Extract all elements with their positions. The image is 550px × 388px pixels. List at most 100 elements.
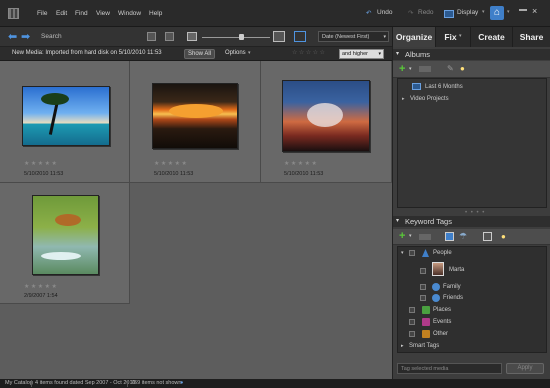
home-icon[interactable]: ⌂ <box>490 6 504 20</box>
lightbulb-icon[interactable]: ● <box>460 64 465 73</box>
media-cell[interactable]: ★★★★★ 5/10/2010 11:53 <box>261 61 392 183</box>
expand-triangle-icon[interactable]: ▾ <box>401 250 404 256</box>
photo-thumbnail[interactable] <box>152 83 238 149</box>
rating-stars[interactable]: ★★★★★ <box>154 160 188 167</box>
items-found-text: 4 items found dated Sep 2007 - Oct 2010 <box>35 380 136 386</box>
rating-stars[interactable]: ★★★★★ <box>24 283 58 290</box>
lightbulb-icon[interactable]: ● <box>501 232 506 241</box>
app-logo-icon[interactable] <box>8 8 19 19</box>
family-tag-icon <box>432 283 440 291</box>
keyword-toolbar: + ▾ ☂ ● <box>393 229 550 245</box>
options-chevron-icon[interactable]: ▾ <box>248 50 251 56</box>
small-thumbnail-icon[interactable] <box>187 32 197 41</box>
tag-events[interactable]: Events <box>433 319 451 325</box>
tag-places[interactable]: Places <box>433 307 451 313</box>
tag-smart-tags[interactable]: Smart Tags <box>409 343 439 349</box>
tab-share[interactable]: Share <box>512 27 550 47</box>
expand-triangle-icon[interactable]: ▸ <box>401 343 404 349</box>
undo-icon[interactable]: ↶ <box>366 9 371 17</box>
media-cell[interactable]: ★★★★★ 5/10/2010 11:53 <box>0 61 130 183</box>
apply-button[interactable]: Apply <box>506 363 544 374</box>
tag-other[interactable]: Other <box>433 331 448 337</box>
rotate-left-icon[interactable] <box>147 32 156 41</box>
forward-arrow-icon[interactable]: ➡ <box>21 30 30 43</box>
album-last-6-months[interactable]: Last 6 Months <box>425 84 463 90</box>
display-button[interactable]: Display <box>457 9 478 16</box>
zoom-slider-thumb[interactable] <box>239 34 244 40</box>
expand-triangle-icon[interactable]: ▸ <box>402 96 405 102</box>
menu-find[interactable]: Find <box>75 10 88 17</box>
show-all-button[interactable]: Show All <box>184 49 215 59</box>
fix-chevron-icon[interactable]: ▾ <box>459 33 462 39</box>
media-cell[interactable]: ★★★★★ 5/10/2010 11:53 <box>130 61 261 183</box>
minimize-icon[interactable] <box>519 9 527 11</box>
large-thumbnail-icon[interactable] <box>273 31 285 42</box>
display-chevron-icon[interactable]: ▾ <box>482 9 485 15</box>
find-faces-icon[interactable]: ☂ <box>459 231 467 242</box>
albums-toolbar: + ▾ ✎ ● <box>393 61 550 78</box>
keyword-tags-header[interactable]: ▾ Keyword Tags <box>393 216 550 227</box>
sort-dropdown[interactable]: Date (Newest First) ▾ <box>318 31 389 42</box>
search-label[interactable]: Search <box>41 33 62 40</box>
tag-friends[interactable]: Friends <box>443 295 463 301</box>
rating-filter-dropdown[interactable]: and higher ▾ <box>339 49 384 59</box>
photo-thumbnail[interactable] <box>22 86 110 146</box>
events-tag-icon <box>422 318 430 326</box>
info-icon[interactable]: ● <box>180 379 183 388</box>
rating-stars[interactable]: ★★★★★ <box>284 160 318 167</box>
menu-help[interactable]: Help <box>149 10 162 17</box>
friends-checkbox[interactable] <box>420 295 426 301</box>
add-tag-icon[interactable]: + <box>399 230 405 242</box>
tag-icon-editor-icon[interactable] <box>445 232 454 241</box>
photo-thumbnail[interactable] <box>32 195 99 275</box>
places-checkbox[interactable] <box>409 307 415 313</box>
rating-stars[interactable]: ★★★★★ <box>24 160 58 167</box>
delete-tag-icon[interactable] <box>419 234 431 240</box>
photo-tag-icon[interactable] <box>483 232 492 241</box>
zoom-slider-track[interactable] <box>202 37 270 38</box>
collapse-triangle-icon[interactable]: ▾ <box>396 49 399 60</box>
add-chevron-icon[interactable]: ▾ <box>409 233 412 239</box>
tag-selected-media-input[interactable]: Tag selected media <box>397 363 502 374</box>
marta-checkbox[interactable] <box>420 268 426 274</box>
events-checkbox[interactable] <box>409 319 415 325</box>
tag-family[interactable]: Family <box>443 284 461 290</box>
redo-button[interactable]: Redo <box>418 9 434 16</box>
redo-icon[interactable]: ↷ <box>408 9 413 17</box>
catalog-name[interactable]: My Catalog <box>5 379 33 388</box>
menu-file[interactable]: File <box>37 10 47 17</box>
other-checkbox[interactable] <box>409 331 415 337</box>
toolbar: ⬅ ➡ Search Date (Newest First) ▾ <box>0 27 392 47</box>
full-screen-icon[interactable] <box>294 31 306 42</box>
album-video-projects[interactable]: Video Projects <box>410 96 449 102</box>
smart-album-icon <box>412 83 421 90</box>
menu-window[interactable]: Window <box>118 10 141 17</box>
albums-header[interactable]: ▾ Albums <box>393 49 550 60</box>
add-chevron-icon[interactable]: ▾ <box>409 66 412 72</box>
options-button[interactable]: Options <box>225 50 246 56</box>
tab-create[interactable]: Create <box>470 27 512 47</box>
edit-album-icon[interactable]: ✎ <box>447 64 454 73</box>
family-checkbox[interactable] <box>420 284 426 290</box>
media-browser: ★★★★★ 5/10/2010 11:53 ★★★★★ 5/10/2010 11… <box>0 61 392 379</box>
rotate-right-icon[interactable] <box>165 32 174 41</box>
undo-button[interactable]: Undo <box>377 9 393 16</box>
collapse-triangle-icon[interactable]: ▾ <box>396 216 399 227</box>
menu-view[interactable]: View <box>96 10 110 17</box>
albums-title: Albums <box>405 50 431 59</box>
display-icon[interactable] <box>444 10 454 18</box>
close-icon[interactable]: × <box>532 6 537 16</box>
delete-album-icon[interactable] <box>419 66 431 72</box>
media-cell[interactable]: ★★★★★ 2/9/2007 1:54 <box>0 183 130 304</box>
back-arrow-icon[interactable]: ⬅ <box>8 30 17 43</box>
photo-thumbnail[interactable] <box>282 80 370 152</box>
home-chevron-icon[interactable]: ▾ <box>507 9 510 15</box>
tag-marta[interactable]: Marta <box>449 267 464 273</box>
rating-filter-stars[interactable]: ☆☆☆☆☆ <box>292 49 326 56</box>
people-checkbox[interactable] <box>409 250 415 256</box>
menu-edit[interactable]: Edit <box>56 10 67 17</box>
tag-people[interactable]: People <box>433 250 452 256</box>
photo-date: 5/10/2010 11:53 <box>24 171 64 177</box>
add-album-icon[interactable]: + <box>399 63 405 75</box>
tab-organize[interactable]: Organize <box>392 27 435 47</box>
